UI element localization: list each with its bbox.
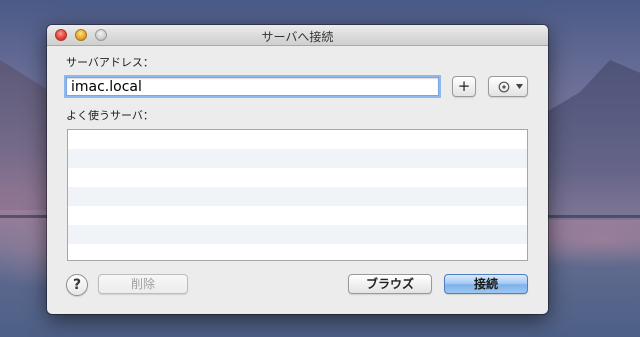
connect-button[interactable]: 接続 (444, 274, 528, 294)
question-icon: ? (72, 277, 82, 293)
server-address-label: サーバアドレス： (66, 56, 154, 69)
window-title: サーバへ接続 (261, 30, 334, 44)
recent-servers-menu-button[interactable] (488, 76, 528, 97)
browse-button[interactable]: ブラウズ (348, 274, 432, 294)
connect-to-server-window: サーバへ接続 サーバアドレス： + よく使うサーバ： ? 削除 ブラウズ 接続 (47, 25, 548, 314)
list-row-empty (68, 244, 527, 260)
favorite-servers-label: よく使うサーバ： (66, 109, 154, 122)
list-row-empty (68, 187, 527, 206)
help-button[interactable]: ? (66, 274, 88, 296)
list-row-empty (68, 206, 527, 225)
list-row-empty (68, 149, 527, 168)
list-row-empty (68, 130, 527, 149)
add-to-favorites-button[interactable]: + (452, 76, 476, 97)
gear-icon (498, 81, 510, 93)
wallpaper-mountain-right (540, 60, 640, 220)
delete-button[interactable]: 削除 (98, 274, 188, 294)
window-titlebar[interactable]: サーバへ接続 (47, 25, 548, 46)
server-address-input[interactable] (66, 77, 439, 96)
list-row-empty (68, 225, 527, 244)
chevron-down-icon (516, 84, 523, 89)
favorite-servers-list[interactable] (67, 129, 528, 261)
list-row-empty (68, 168, 527, 187)
